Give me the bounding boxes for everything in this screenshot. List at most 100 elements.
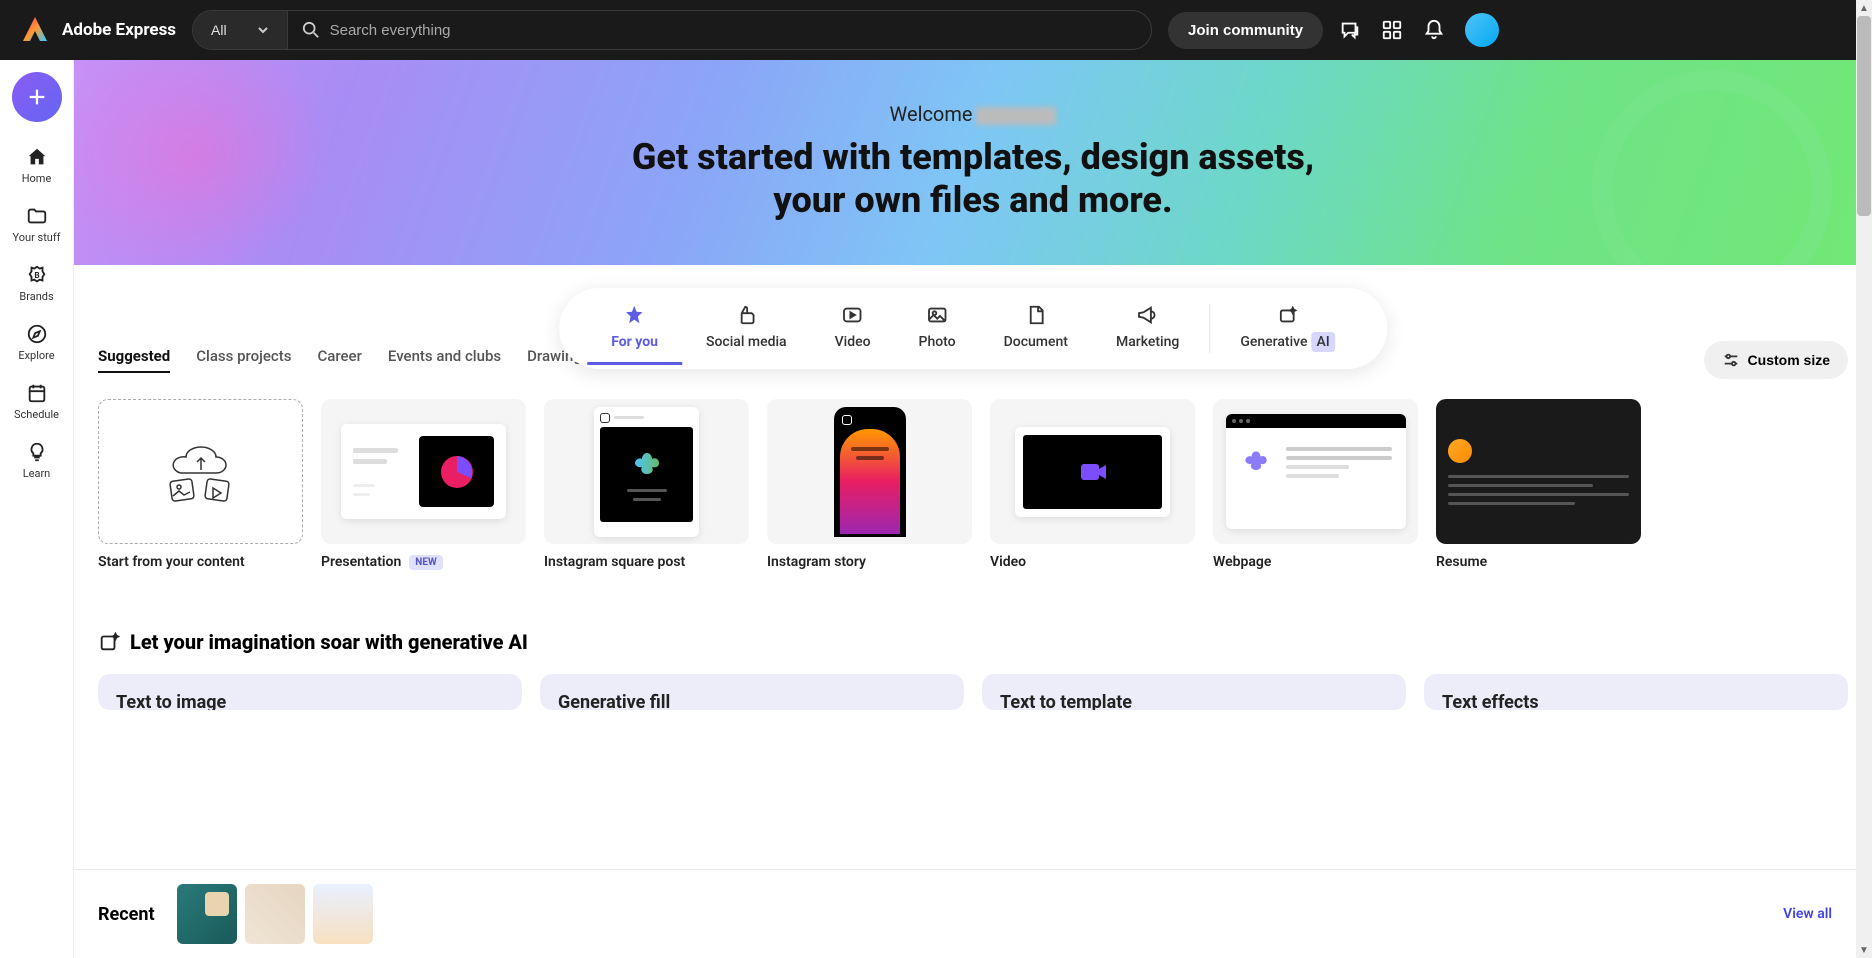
template-cards-row: Start from your content xyxy=(98,399,1848,570)
template-card-instagram-story[interactable]: Instagram story xyxy=(767,399,972,570)
card-label: Instagram square post xyxy=(544,554,749,570)
flower-icon xyxy=(629,447,665,483)
apps-grid-icon[interactable] xyxy=(1381,19,1403,41)
sidebar-item-home[interactable]: Home xyxy=(0,138,73,193)
tab-career[interactable]: Career xyxy=(317,347,361,373)
user-avatar[interactable] xyxy=(1465,13,1499,47)
scroll-up-arrow-icon[interactable]: ▲ xyxy=(1856,0,1872,16)
adobe-express-logo-icon xyxy=(20,15,50,45)
new-badge: NEW xyxy=(409,555,442,570)
tab-events-and-clubs[interactable]: Events and clubs xyxy=(388,347,501,373)
sidebar-item-brands[interactable]: B Brands xyxy=(0,256,73,311)
recent-label: Recent xyxy=(98,904,155,925)
template-card-video[interactable]: Video xyxy=(990,399,1195,570)
scrollbar-thumb[interactable] xyxy=(1857,16,1871,216)
ai-card-title: Text effects xyxy=(1442,692,1830,710)
search-icon xyxy=(302,21,320,39)
search-bar: All xyxy=(192,10,1152,50)
category-label: Video xyxy=(835,334,871,350)
sidebar-item-schedule[interactable]: Schedule xyxy=(0,374,73,429)
camera-icon xyxy=(1077,456,1109,488)
sparkle-icon xyxy=(1277,304,1299,326)
category-social-media[interactable]: Social media xyxy=(682,304,811,365)
recent-thumbnail[interactable] xyxy=(313,884,373,944)
lightbulb-icon xyxy=(26,441,48,463)
template-card-start-from-content[interactable]: Start from your content xyxy=(98,399,303,570)
category-marketing[interactable]: Marketing xyxy=(1092,304,1203,365)
category-video[interactable]: Video xyxy=(811,304,895,365)
megaphone-icon xyxy=(1137,304,1159,326)
flower-icon xyxy=(1240,446,1272,478)
folder-icon xyxy=(26,205,48,227)
create-new-button[interactable] xyxy=(12,72,62,122)
hero-title-line2: your own files and more. xyxy=(74,179,1872,222)
bell-icon[interactable] xyxy=(1423,19,1445,41)
recent-thumbnail[interactable] xyxy=(177,884,237,944)
recent-thumbnail[interactable] xyxy=(245,884,305,944)
ai-section-title: Let your imagination soar with generativ… xyxy=(130,630,528,654)
ai-section-header: Let your imagination soar with generativ… xyxy=(98,630,1848,654)
template-card-instagram-square[interactable]: Instagram square post xyxy=(544,399,749,570)
tab-class-projects[interactable]: Class projects xyxy=(196,347,291,373)
chat-icon[interactable] xyxy=(1339,19,1361,41)
category-label: Marketing xyxy=(1116,334,1179,350)
sidebar-item-label: Home xyxy=(22,172,52,185)
category-document[interactable]: Document xyxy=(980,304,1092,365)
vertical-scrollbar[interactable]: ▲ ▼ xyxy=(1856,0,1872,958)
ai-card-title: Text to image xyxy=(116,692,504,710)
card-preview xyxy=(1436,399,1641,544)
star-icon xyxy=(624,304,646,326)
sidebar-item-label: Schedule xyxy=(14,408,59,421)
chevron-down-icon xyxy=(257,24,269,36)
divider xyxy=(1209,304,1210,353)
calendar-icon xyxy=(26,382,48,404)
category-label: Document xyxy=(1004,334,1068,350)
category-generative[interactable]: GenerativeAI xyxy=(1216,304,1358,365)
ai-card-generative-fill[interactable]: Generative fill xyxy=(540,674,964,710)
home-icon xyxy=(26,146,48,168)
ai-card-text-to-image[interactable]: Text to image xyxy=(98,674,522,710)
sparkle-icon xyxy=(98,631,120,653)
template-card-resume[interactable]: Resume xyxy=(1436,399,1641,570)
view-all-link[interactable]: View all xyxy=(1783,906,1832,922)
tab-suggested[interactable]: Suggested xyxy=(98,347,170,373)
card-label: Resume xyxy=(1436,554,1641,570)
sidebar-item-learn[interactable]: Learn xyxy=(0,433,73,488)
search-filter-dropdown[interactable]: All xyxy=(193,11,287,49)
ai-card-title: Text to template xyxy=(1000,692,1388,710)
thumbs-up-icon xyxy=(735,304,757,326)
upload-illustration-icon xyxy=(151,432,251,512)
top-right-actions xyxy=(1339,13,1499,47)
sidebar-item-your-stuff[interactable]: Your stuff xyxy=(0,197,73,252)
card-label: Video xyxy=(990,554,1195,570)
search-input-container xyxy=(288,11,1151,49)
search-input[interactable] xyxy=(330,22,1137,39)
svg-text:B: B xyxy=(34,271,39,281)
ai-card-text-to-template[interactable]: Text to template xyxy=(982,674,1406,710)
welcome-greeting: Welcomexxxx xyxy=(74,102,1872,126)
search-filter-label: All xyxy=(211,22,227,38)
scroll-down-arrow-icon[interactable]: ▼ xyxy=(1856,942,1872,958)
template-card-presentation[interactable]: Presentation NEW xyxy=(321,399,526,570)
category-for-you[interactable]: For you xyxy=(587,304,682,365)
pie-chart-icon xyxy=(437,452,477,492)
top-navigation-bar: Adobe Express All Join community xyxy=(0,0,1872,60)
card-label: Presentation NEW xyxy=(321,554,526,570)
brand-logo[interactable]: Adobe Express xyxy=(20,15,176,45)
main-content: Welcomexxxx Get started with templates, … xyxy=(74,60,1872,958)
ai-card-text-effects[interactable]: Text effects xyxy=(1424,674,1848,710)
generative-ai-section: Let your imagination soar with generativ… xyxy=(98,630,1848,710)
brands-icon: B xyxy=(26,264,48,286)
category-selector: For you Social media Video Photo Documen… xyxy=(559,288,1387,369)
join-community-button[interactable]: Join community xyxy=(1168,12,1323,49)
custom-size-button[interactable]: Custom size xyxy=(1704,341,1848,379)
category-label: For you xyxy=(611,334,658,350)
card-preview xyxy=(990,399,1195,544)
category-photo[interactable]: Photo xyxy=(895,304,980,365)
left-sidebar: Home Your stuff B Brands Explore Schedul… xyxy=(0,60,74,958)
sliders-icon xyxy=(1722,351,1740,369)
template-card-webpage[interactable]: Webpage xyxy=(1213,399,1418,570)
sidebar-item-explore[interactable]: Explore xyxy=(0,315,73,370)
main-layout: Home Your stuff B Brands Explore Schedul… xyxy=(0,60,1872,958)
sidebar-item-label: Learn xyxy=(23,467,51,480)
